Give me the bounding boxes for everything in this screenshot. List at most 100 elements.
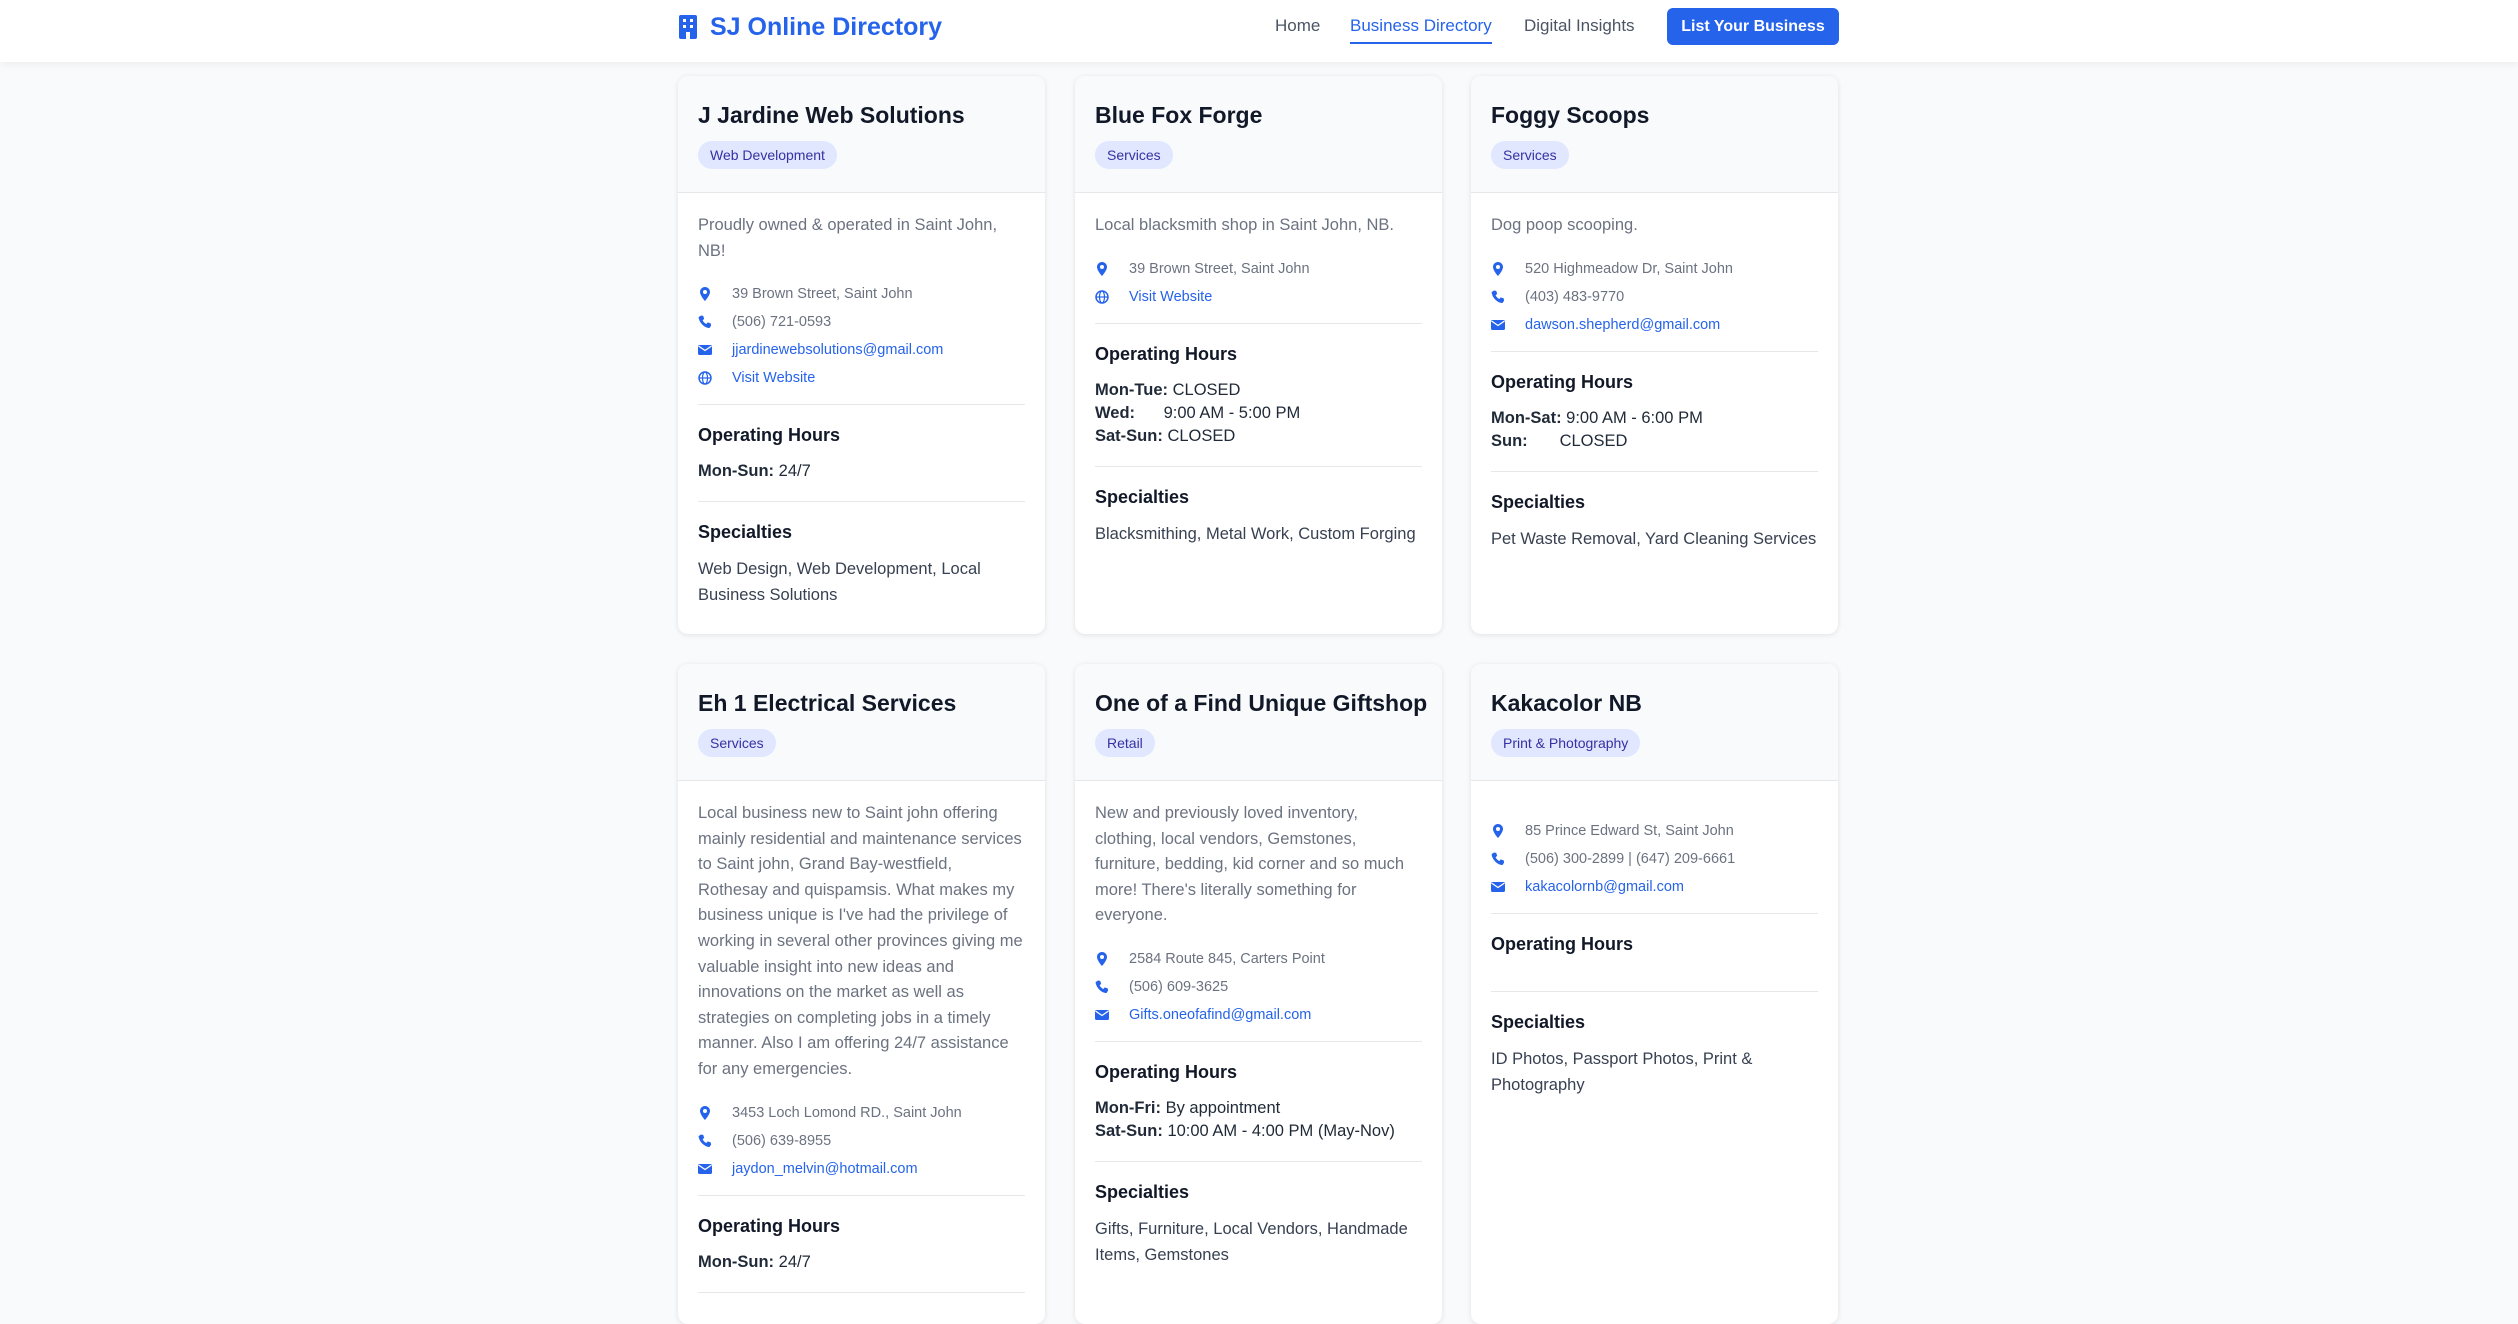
phone-row: (403) 483-9770 [1491, 283, 1818, 311]
specialties-text: Blacksmithing, Metal Work, Custom Forgin… [1095, 524, 1416, 543]
globe-icon [1095, 289, 1109, 304]
hours-row: Sat-Sun: CLOSED [1095, 425, 1422, 448]
email-link[interactable]: jjardinewebsolutions@gmail.com [732, 342, 943, 358]
business-name[interactable]: Blue Fox Forge [1095, 102, 1262, 129]
address-row: 3453 Loch Lomond RD., Saint John [698, 1099, 1025, 1127]
map-pin-icon [700, 287, 710, 302]
email-link[interactable]: jaydon_melvin@hotmail.com [732, 1161, 918, 1177]
business-card: Blue Fox Forge Services Local blacksmith… [1075, 76, 1442, 634]
hours-time: 10:00 AM - 4:00 PM (May-Nov) [1167, 1121, 1395, 1140]
hours-row: Sun: CLOSED [1491, 430, 1818, 453]
address-row: 85 Prince Edward St, Saint John [1491, 817, 1818, 845]
nav-link-digital-insights[interactable]: Digital Insights [1524, 16, 1635, 36]
divider [1095, 1040, 1422, 1042]
specialties-title: Specialties [1491, 491, 1586, 512]
specialties-title: Specialties [1095, 486, 1190, 507]
specialties-text: Gifts, Furniture, Local Vendors, Handmad… [1095, 1219, 1408, 1264]
envelope-icon [1491, 319, 1505, 330]
hours-time: 9:00 AM - 5:00 PM [1163, 403, 1301, 422]
divider [1491, 991, 1818, 992]
hours-row: Mon-Sat: 9:00 AM - 6:00 PM [1491, 407, 1818, 430]
business-card: Eh 1 Electrical Services Services Local … [678, 664, 1045, 1324]
phone-icon [1491, 852, 1505, 865]
category-badge: Services [698, 729, 776, 757]
map-pin-icon [1097, 261, 1107, 276]
business-description: Local blacksmith shop in Saint John, NB. [1095, 216, 1394, 234]
business-name[interactable]: J Jardine Web Solutions [698, 102, 965, 129]
phone-text[interactable]: (506) 639-8955 [732, 1133, 831, 1149]
visit-website-link[interactable]: Visit Website [1129, 289, 1212, 305]
phone-text[interactable]: (506) 609-3625 [1129, 979, 1228, 995]
hours-row: Mon-Fri: By appointment [1095, 1097, 1422, 1120]
card-header: Kakacolor NB Print & Photography [1471, 664, 1838, 781]
hours-days: Sat-Sun: [1095, 426, 1163, 445]
email-row: jjardinewebsolutions@gmail.com [698, 336, 1025, 364]
envelope-icon [698, 1163, 712, 1174]
address-text: 3453 Loch Lomond RD., Saint John [732, 1104, 962, 1121]
divider [698, 501, 1025, 503]
category-badge: Web Development [698, 141, 837, 169]
phone-text[interactable]: (403) 483-9770 [1525, 289, 1624, 305]
hours-empty [1491, 969, 1818, 973]
visit-website-link[interactable]: Visit Website [732, 370, 815, 386]
operating-hours-title: Operating Hours [698, 425, 841, 446]
operating-hours-title: Operating Hours [1491, 934, 1634, 954]
envelope-icon [1095, 1009, 1109, 1020]
business-name[interactable]: One of a Find Unique Giftshop [1095, 690, 1427, 717]
hours-time: CLOSED [1172, 380, 1241, 399]
address-row: 520 Highmeadow Dr, Saint John [1491, 255, 1818, 283]
phone-text[interactable]: (506) 300-2899 | (647) 209-6661 [1525, 851, 1735, 867]
specialties-text: Pet Waste Removal, Yard Cleaning Service… [1491, 529, 1817, 548]
hours-time: 9:00 AM - 6:00 PM [1566, 408, 1703, 427]
business-description: Local business new to Saint john offerin… [698, 804, 1023, 1078]
business-description: Dog poop scooping. [1491, 216, 1638, 234]
nav-link-business-directory[interactable]: Business Directory [1350, 16, 1492, 44]
address-text: 85 Prince Edward St, Saint John [1525, 823, 1734, 839]
hours-time: 24/7 [778, 1252, 811, 1271]
hours-days: Mon-Sun: [698, 1252, 775, 1271]
brand-link[interactable]: SJ Online Directory [678, 12, 942, 42]
specialties-text: Web Design, Web Development, Local Busin… [698, 560, 981, 604]
hours-days: Mon-Fri: [1095, 1098, 1161, 1117]
card-header: Blue Fox Forge Services [1075, 76, 1442, 193]
hours-row: Mon-Tue: CLOSED [1095, 379, 1422, 402]
card-header: One of a Find Unique Giftshop Retail [1075, 664, 1442, 781]
business-description: New and previously loved inventory, clot… [1095, 804, 1405, 925]
building-icon [679, 15, 697, 39]
address-row: 39 Brown Street, Saint John [698, 280, 1025, 308]
business-name[interactable]: Eh 1 Electrical Services [698, 690, 956, 717]
category-badge: Services [1491, 141, 1569, 169]
website-row: Visit Website [698, 364, 1025, 392]
business-name[interactable]: Foggy Scoops [1491, 102, 1649, 129]
divider [1491, 350, 1818, 352]
divider [1095, 1160, 1422, 1162]
phone-text[interactable]: (506) 721-0593 [732, 314, 831, 330]
hours-row: Mon-Sun: 24/7 [698, 460, 1025, 483]
divider [1095, 465, 1422, 467]
list-your-business-button[interactable]: List Your Business [1667, 8, 1839, 45]
address-row: 39 Brown Street, Saint John [1095, 255, 1422, 283]
phone-icon [1491, 290, 1505, 303]
hours-row: Mon-Sun: 24/7 [698, 1251, 1025, 1274]
specialties-title: Specialties [698, 522, 793, 543]
nav-link-home[interactable]: Home [1275, 16, 1320, 36]
phone-icon [698, 1134, 712, 1147]
hours-time: By appointment [1165, 1098, 1281, 1117]
phone-row: (506) 639-8955 [698, 1127, 1025, 1155]
hours-days: Mon-Tue: [1095, 380, 1169, 399]
business-name[interactable]: Kakacolor NB [1491, 690, 1642, 717]
divider [1095, 322, 1422, 324]
operating-hours-title: Operating Hours [1095, 1061, 1238, 1082]
email-link[interactable]: kakacolornb@gmail.com [1525, 879, 1684, 895]
email-row: kakacolornb@gmail.com [1491, 873, 1818, 901]
business-description: Proudly owned & operated in Saint John, … [698, 216, 998, 260]
business-card: J Jardine Web Solutions Web Development … [678, 76, 1045, 634]
email-row: dawson.shepherd@gmail.com [1491, 311, 1818, 339]
email-link[interactable]: Gifts.oneofafind@gmail.com [1129, 1007, 1311, 1023]
specialties-title: Specialties [1491, 1012, 1586, 1032]
hours-time: CLOSED [1559, 431, 1628, 450]
email-link[interactable]: dawson.shepherd@gmail.com [1525, 317, 1720, 333]
hours-row: Wed: 9:00 AM - 5:00 PM [1095, 402, 1422, 425]
address-text: 39 Brown Street, Saint John [732, 286, 913, 303]
hours-days: Sat-Sun: [1095, 1121, 1163, 1140]
